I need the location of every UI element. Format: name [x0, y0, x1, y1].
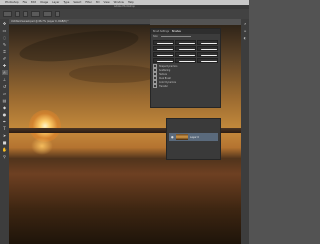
brush-preset[interactable] [153, 58, 174, 63]
brush-preset[interactable] [153, 46, 174, 51]
checkbox[interactable] [153, 84, 157, 88]
brush-preset[interactable] [197, 52, 218, 57]
brush-preset-grid [153, 40, 218, 63]
marquee-tool-icon[interactable]: ▭ [2, 28, 8, 33]
brush-preset[interactable] [197, 40, 218, 45]
history-icon[interactable]: ↺ [243, 22, 248, 26]
opacity-field[interactable] [31, 11, 40, 17]
cloud-shape [69, 65, 159, 83]
brush-preset[interactable] [153, 52, 174, 57]
tool-preset-picker[interactable] [3, 11, 12, 17]
menu-item-layer[interactable]: Layer [52, 1, 59, 4]
history-brush-tool-icon[interactable]: ↺ [2, 84, 8, 89]
brush-size-row: Size: [151, 34, 220, 39]
tab-brush-settings[interactable]: Brush Settings [153, 30, 169, 33]
option-label: Texture [159, 72, 168, 76]
cloud-shape [17, 25, 141, 68]
menu-item-window[interactable]: Window [114, 1, 124, 4]
airbrush-toggle[interactable] [55, 11, 60, 17]
sun-reflection [31, 137, 53, 155]
size-label: Size: [153, 35, 159, 38]
menu-item-photoshop[interactable]: Photoshop [5, 1, 19, 4]
pen-tool-icon[interactable]: ✒ [2, 119, 8, 124]
menu-item-3d[interactable]: 3D [96, 1, 100, 4]
menu-item-select[interactable]: Select [73, 1, 81, 4]
menu-item-file[interactable]: File [23, 1, 27, 4]
dodge-tool-icon[interactable]: ● [2, 112, 8, 117]
eyedropper-tool-icon[interactable]: ✐ [2, 56, 8, 61]
option-label: Transfer [159, 84, 168, 88]
eye-icon[interactable]: ● [171, 135, 174, 139]
option-label: Dual Brush [159, 76, 172, 80]
brush-preset[interactable] [175, 40, 196, 45]
layer-name: Layer 0 [190, 135, 199, 139]
layer-thumbnail [176, 134, 188, 140]
brush-preset[interactable] [153, 40, 174, 45]
toolbar: ✥ ▭ ◌ ✎ ⌗ ✐ ✚ ✍ ⊥ ↺ ▱ ▤ ◆ ● ✒ T ➤ ■ ✋ ⚲ [0, 19, 9, 244]
option-label: Scattering [159, 68, 171, 72]
menu-item-filter[interactable]: Filter [85, 1, 91, 4]
shape-tool-icon[interactable]: ■ [2, 140, 8, 145]
quick-select-tool-icon[interactable]: ✎ [2, 42, 8, 47]
path-select-tool-icon[interactable]: ➤ [2, 133, 8, 138]
properties-icon[interactable]: ≡ [243, 29, 248, 33]
crop-tool-icon[interactable]: ⌗ [2, 49, 8, 54]
type-tool-icon[interactable]: T [2, 126, 8, 131]
zoom-tool-icon[interactable]: ⚲ [2, 154, 8, 159]
option-label: Shape Dynamics [159, 64, 178, 68]
tab-brushes[interactable]: Brushes [172, 30, 181, 33]
healing-tool-icon[interactable]: ✚ [2, 63, 8, 68]
layer-row[interactable]: ● Layer 0 [169, 133, 218, 141]
brush-preset[interactable] [175, 46, 196, 51]
menu-item-type[interactable]: Type [63, 1, 69, 4]
brush-settings-panel: Brush Settings Brushes Size: Shape Dynam… [150, 28, 221, 108]
mode-dropdown[interactable] [23, 11, 28, 17]
color-icon[interactable]: ◐ [243, 36, 248, 40]
lasso-tool-icon[interactable]: ◌ [2, 35, 8, 40]
stamp-tool-icon[interactable]: ⊥ [2, 77, 8, 82]
layers-panel: ● Layer 0 [166, 118, 221, 160]
brush-preset[interactable] [175, 52, 196, 57]
size-slider[interactable] [161, 36, 192, 37]
blur-tool-icon[interactable]: ◆ [2, 105, 8, 110]
menu-item-edit[interactable]: Edit [31, 1, 36, 4]
brush-tool-icon[interactable]: ✍ [1, 70, 8, 75]
gradient-tool-icon[interactable]: ▤ [2, 98, 8, 103]
option-label: Color Dynamics [159, 80, 177, 84]
options-bar [0, 9, 249, 19]
brush-preset[interactable] [197, 58, 218, 63]
eraser-tool-icon[interactable]: ▱ [2, 91, 8, 96]
hand-tool-icon[interactable]: ✋ [2, 147, 8, 152]
brush-preset[interactable] [197, 46, 218, 51]
option-row[interactable]: Transfer [151, 84, 220, 88]
menu-item-image[interactable]: Image [40, 1, 48, 4]
brush-preset[interactable] [175, 58, 196, 63]
menu-item-view[interactable]: View [103, 1, 109, 4]
flow-field[interactable] [43, 11, 52, 17]
menu-item-help[interactable]: Help [128, 1, 134, 4]
panel-dock: ↺ ≡ ◐ [241, 19, 249, 244]
brush-size-picker[interactable] [15, 11, 20, 17]
move-tool-icon[interactable]: ✥ [2, 21, 8, 26]
